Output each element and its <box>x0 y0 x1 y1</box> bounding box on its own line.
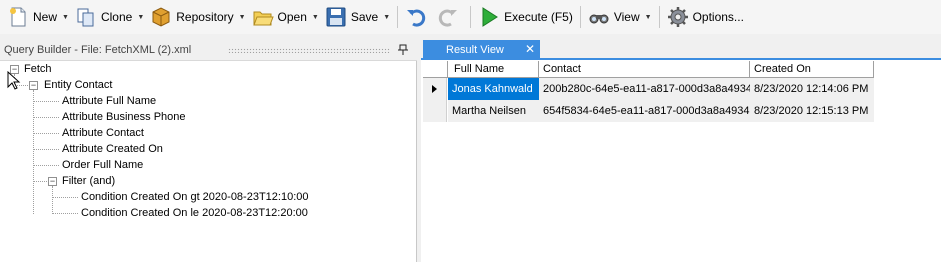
pane-drag-grip[interactable] <box>228 48 390 53</box>
filter-collapse-toggle[interactable]: − <box>48 177 57 186</box>
tree-connector <box>52 197 78 198</box>
execute-label: Execute (F5) <box>504 10 573 24</box>
toolbar-separator <box>397 6 399 28</box>
toolbar-separator <box>470 6 472 28</box>
tree-connector <box>33 90 34 214</box>
new-label: New <box>33 10 58 24</box>
clone-icon <box>75 6 97 28</box>
save-button[interactable]: Save ▼ <box>322 4 393 30</box>
mouse-cursor-icon <box>7 70 21 91</box>
toolbar: New ▼ Clone ▼ Repository ▼ Open ▼ Save ▼ <box>0 0 941 34</box>
table-cell[interactable]: 8/23/2020 12:14:06 PM <box>750 78 874 100</box>
tree-connector <box>52 213 78 214</box>
gear-icon <box>667 6 689 28</box>
table-cell[interactable]: Jonas Kahnwald <box>448 78 539 100</box>
tree-connector <box>33 165 59 166</box>
view-dropdown-arrow[interactable]: ▼ <box>645 14 652 21</box>
column-header-contact[interactable]: Contact <box>539 61 750 78</box>
query-builder-title: Query Builder - File: FetchXML (2).xml <box>4 44 192 56</box>
tree-node-fetch[interactable]: Fetch <box>24 61 52 77</box>
undo-button[interactable] <box>402 4 434 30</box>
save-dropdown-arrow[interactable]: ▼ <box>383 14 390 21</box>
tree-node-filter[interactable]: Filter (and) <box>62 173 115 189</box>
repository-label: Repository <box>176 10 234 24</box>
column-header-created-on[interactable]: Created On <box>750 61 874 78</box>
repository-button[interactable]: Repository ▼ <box>147 4 248 30</box>
close-icon[interactable]: ✕ <box>525 42 535 56</box>
tree-node-attribute[interactable]: Attribute Created On <box>62 141 163 157</box>
table-cell[interactable]: 200b280c-64e5-ea11-a817-000d3a8a4934 <box>539 78 752 100</box>
tree-node-condition[interactable]: Condition Created On le 2020-08-23T12:20… <box>81 205 308 221</box>
open-label: Open <box>277 10 307 24</box>
new-button[interactable]: New ▼ <box>4 4 72 30</box>
clone-dropdown-arrow[interactable]: ▼ <box>137 14 144 21</box>
query-builder-header: Query Builder - File: FetchXML (2).xml <box>0 40 417 61</box>
tab-result-view-label: Result View <box>446 44 504 56</box>
undo-icon <box>405 6 427 28</box>
view-label: View <box>613 10 640 24</box>
new-document-icon <box>7 6 29 28</box>
tree-connector <box>52 186 53 214</box>
toolbar-separator <box>658 6 660 28</box>
tree-connector <box>33 133 59 134</box>
row-selector[interactable] <box>423 100 447 122</box>
execute-button[interactable]: Execute (F5) <box>475 4 576 30</box>
tree-node-order[interactable]: Order Full Name <box>62 157 143 173</box>
repository-icon <box>150 6 172 28</box>
pin-icon[interactable] <box>398 44 408 56</box>
grid-corner-header <box>423 61 448 78</box>
tree-node-entity[interactable]: Entity Contact <box>44 77 112 93</box>
clone-button[interactable]: Clone ▼ <box>72 4 147 30</box>
folder-open-icon <box>252 6 274 28</box>
toolbar-separator <box>579 6 581 28</box>
current-row-indicator-icon <box>432 85 437 93</box>
tree-connector <box>33 149 59 150</box>
tree-connector <box>33 117 59 118</box>
table-cell[interactable]: 654f5834-64e5-ea11-a817-000d3a8a4934 <box>539 100 750 122</box>
repository-dropdown-arrow[interactable]: ▼ <box>239 14 246 21</box>
redo-icon <box>437 6 459 28</box>
tree-node-attribute[interactable]: Attribute Contact <box>62 125 144 141</box>
options-label: Options... <box>692 10 744 24</box>
new-dropdown-arrow[interactable]: ▼ <box>62 14 69 21</box>
open-button[interactable]: Open ▼ <box>249 4 322 30</box>
tree-connector <box>33 181 47 182</box>
redo-button[interactable] <box>434 4 466 30</box>
entity-collapse-toggle[interactable]: − <box>29 81 38 90</box>
options-button[interactable]: Options... <box>664 4 747 30</box>
tree-node-attribute[interactable]: Attribute Full Name <box>62 93 156 109</box>
table-cell[interactable]: 8/23/2020 12:15:13 PM <box>750 100 874 122</box>
tree-connector <box>33 101 59 102</box>
binoculars-icon <box>588 6 610 28</box>
query-builder-pane: Query Builder - File: FetchXML (2).xml −… <box>0 40 417 262</box>
save-label: Save <box>350 10 379 24</box>
save-disk-icon <box>325 6 347 28</box>
tab-strip: Result View ✕ <box>421 40 941 60</box>
column-header-full-name[interactable]: Full Name <box>448 61 539 78</box>
tree-node-attribute[interactable]: Attribute Business Phone <box>62 109 186 125</box>
open-dropdown-arrow[interactable]: ▼ <box>312 14 319 21</box>
result-view-pane: Result View ✕ Full Name Contact Created … <box>421 40 941 262</box>
play-icon <box>478 6 500 28</box>
row-selector[interactable] <box>423 78 447 100</box>
table-cell[interactable]: Martha Neilsen <box>448 100 539 122</box>
tree-node-condition[interactable]: Condition Created On gt 2020-08-23T12:10… <box>81 189 309 205</box>
tab-result-view[interactable]: Result View ✕ <box>423 40 540 60</box>
clone-label: Clone <box>100 10 133 24</box>
view-button[interactable]: View ▼ <box>585 4 655 30</box>
